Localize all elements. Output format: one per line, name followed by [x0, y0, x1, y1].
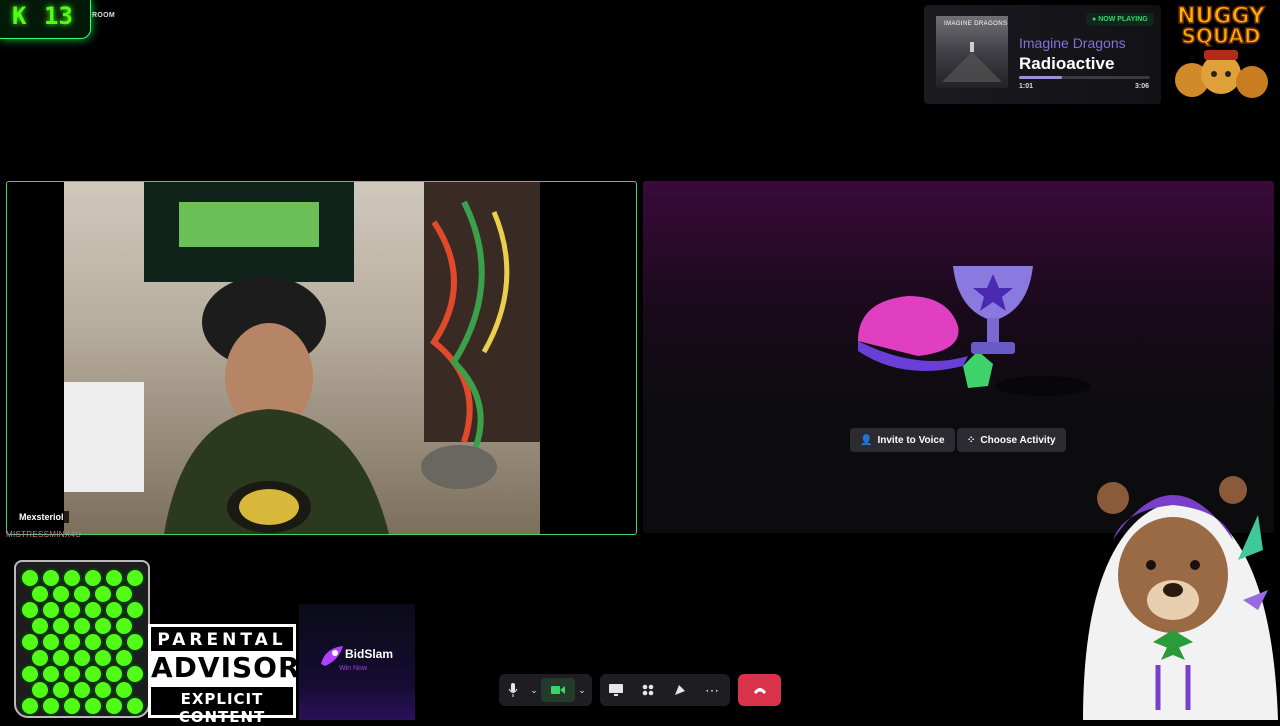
kick-token	[51, 680, 71, 700]
bidslam-widget: BidSlam Win Now	[299, 604, 415, 720]
kick-token	[20, 600, 40, 620]
kick-token	[62, 568, 82, 588]
kick-token	[30, 648, 50, 668]
kick-token	[125, 600, 145, 620]
advisory-line1: PARENTAL	[157, 630, 287, 650]
kick-token	[62, 696, 82, 716]
album-art: IMAGINE DRAGONS	[936, 16, 1008, 88]
choose-activity-label: Choose Activity	[980, 434, 1056, 446]
kick-token	[114, 616, 134, 636]
kick-token	[104, 696, 124, 716]
kick-token	[51, 616, 71, 636]
track-duration: 3:06	[1135, 83, 1150, 90]
kick-token	[83, 664, 103, 684]
kick-token	[62, 664, 82, 684]
kick-token	[20, 696, 40, 716]
bidslam-name: BidSlam	[345, 647, 394, 661]
kick-token	[41, 664, 61, 684]
kick-logo-letter: K	[12, 2, 27, 30]
kick-token	[51, 648, 71, 668]
activity-controls: ⋯	[600, 674, 730, 706]
phone-hangup-icon	[753, 688, 766, 694]
track-title: Radioactive	[1019, 54, 1115, 73]
kick-token	[83, 568, 103, 588]
av-controls: ⌄ ⌄	[499, 674, 592, 706]
kick-token	[125, 664, 145, 684]
kick-tokens	[20, 568, 145, 716]
kick-token	[62, 632, 82, 652]
activity-illustration	[858, 266, 1091, 396]
nuggy-squad-logo: NUGGY SQUAD	[1164, 2, 1278, 114]
kick-token	[125, 696, 145, 716]
bidslam-tagline: Win Now	[339, 665, 368, 672]
mic-options-chevron-icon[interactable]: ⌄	[527, 674, 541, 706]
kick-token	[51, 584, 71, 604]
kick-token	[41, 696, 61, 716]
kick-token	[83, 600, 103, 620]
kick-token	[72, 648, 92, 668]
kick-token	[20, 568, 40, 588]
kick-token	[62, 600, 82, 620]
kick-token	[41, 600, 61, 620]
soundboard-button[interactable]	[664, 674, 696, 706]
participant-video-tile[interactable]: Mexsteriol	[6, 181, 637, 535]
advisory-line2: ADVISORY	[151, 651, 321, 684]
kick-token	[20, 664, 40, 684]
invite-to-voice-button[interactable]: 👤 Invite to Voice	[850, 428, 955, 452]
kick-token	[93, 616, 113, 636]
kick-token	[104, 568, 124, 588]
kick-token	[104, 632, 124, 652]
screen-share-button[interactable]	[600, 674, 632, 706]
track-artist: Imagine Dragons	[1019, 35, 1126, 51]
track-progress-fill	[1019, 76, 1063, 79]
webcam-video	[64, 182, 540, 534]
bear-mascot	[1073, 450, 1280, 720]
kick-token	[93, 584, 113, 604]
kick-token	[83, 696, 103, 716]
kick-token	[30, 680, 50, 700]
kick-token	[114, 680, 134, 700]
participant-name-label: Mexsteriol	[14, 511, 69, 523]
kick-token	[83, 632, 103, 652]
kick-token	[30, 584, 50, 604]
kick-token	[72, 680, 92, 700]
kick-token	[114, 584, 134, 604]
person-add-icon: 👤	[860, 434, 873, 446]
kick-follower-counter: K 13	[0, 0, 91, 39]
kick-token	[114, 648, 134, 668]
camera-options-chevron-icon[interactable]: ⌄	[575, 674, 589, 706]
advisory-line3: EXPLICIT CONTENT	[178, 690, 266, 726]
kick-token	[125, 568, 145, 588]
microphone-button[interactable]	[499, 674, 527, 706]
room-label: ROOM	[92, 12, 115, 19]
invite-to-voice-label: Invite to Voice	[877, 434, 945, 446]
activity-grid-icon: ⁘	[967, 434, 976, 446]
kick-token	[125, 632, 145, 652]
now-playing-widget: IMAGINE DRAGONS ● NOW PLAYING Imagine Dr…	[924, 5, 1161, 104]
parental-advisory-label: PARENTAL ADVISORY EXPLICIT CONTENT	[148, 624, 321, 726]
choose-activity-button[interactable]: ⁘ Choose Activity	[957, 428, 1066, 452]
kick-token	[20, 632, 40, 652]
kick-token	[104, 600, 124, 620]
activities-button[interactable]	[632, 674, 664, 706]
now-playing-badge: ● NOW PLAYING	[1086, 13, 1154, 26]
kick-token	[104, 664, 124, 684]
kick-token	[93, 648, 113, 668]
disconnect-button[interactable]	[738, 674, 781, 706]
more-options-button[interactable]: ⋯	[696, 674, 728, 706]
kick-token	[72, 616, 92, 636]
camera-button[interactable]	[541, 678, 575, 702]
kick-token	[30, 616, 50, 636]
kick-token	[93, 680, 113, 700]
kick-token	[72, 584, 92, 604]
track-progress-bar	[1019, 76, 1150, 79]
kick-count: 13	[44, 2, 73, 30]
kick-token	[41, 568, 61, 588]
kick-jar-widget	[14, 560, 150, 718]
subscriber-label: MISTRESSMINX4U	[6, 530, 82, 539]
kick-token	[41, 632, 61, 652]
track-elapsed: 1:01	[1019, 83, 1034, 90]
